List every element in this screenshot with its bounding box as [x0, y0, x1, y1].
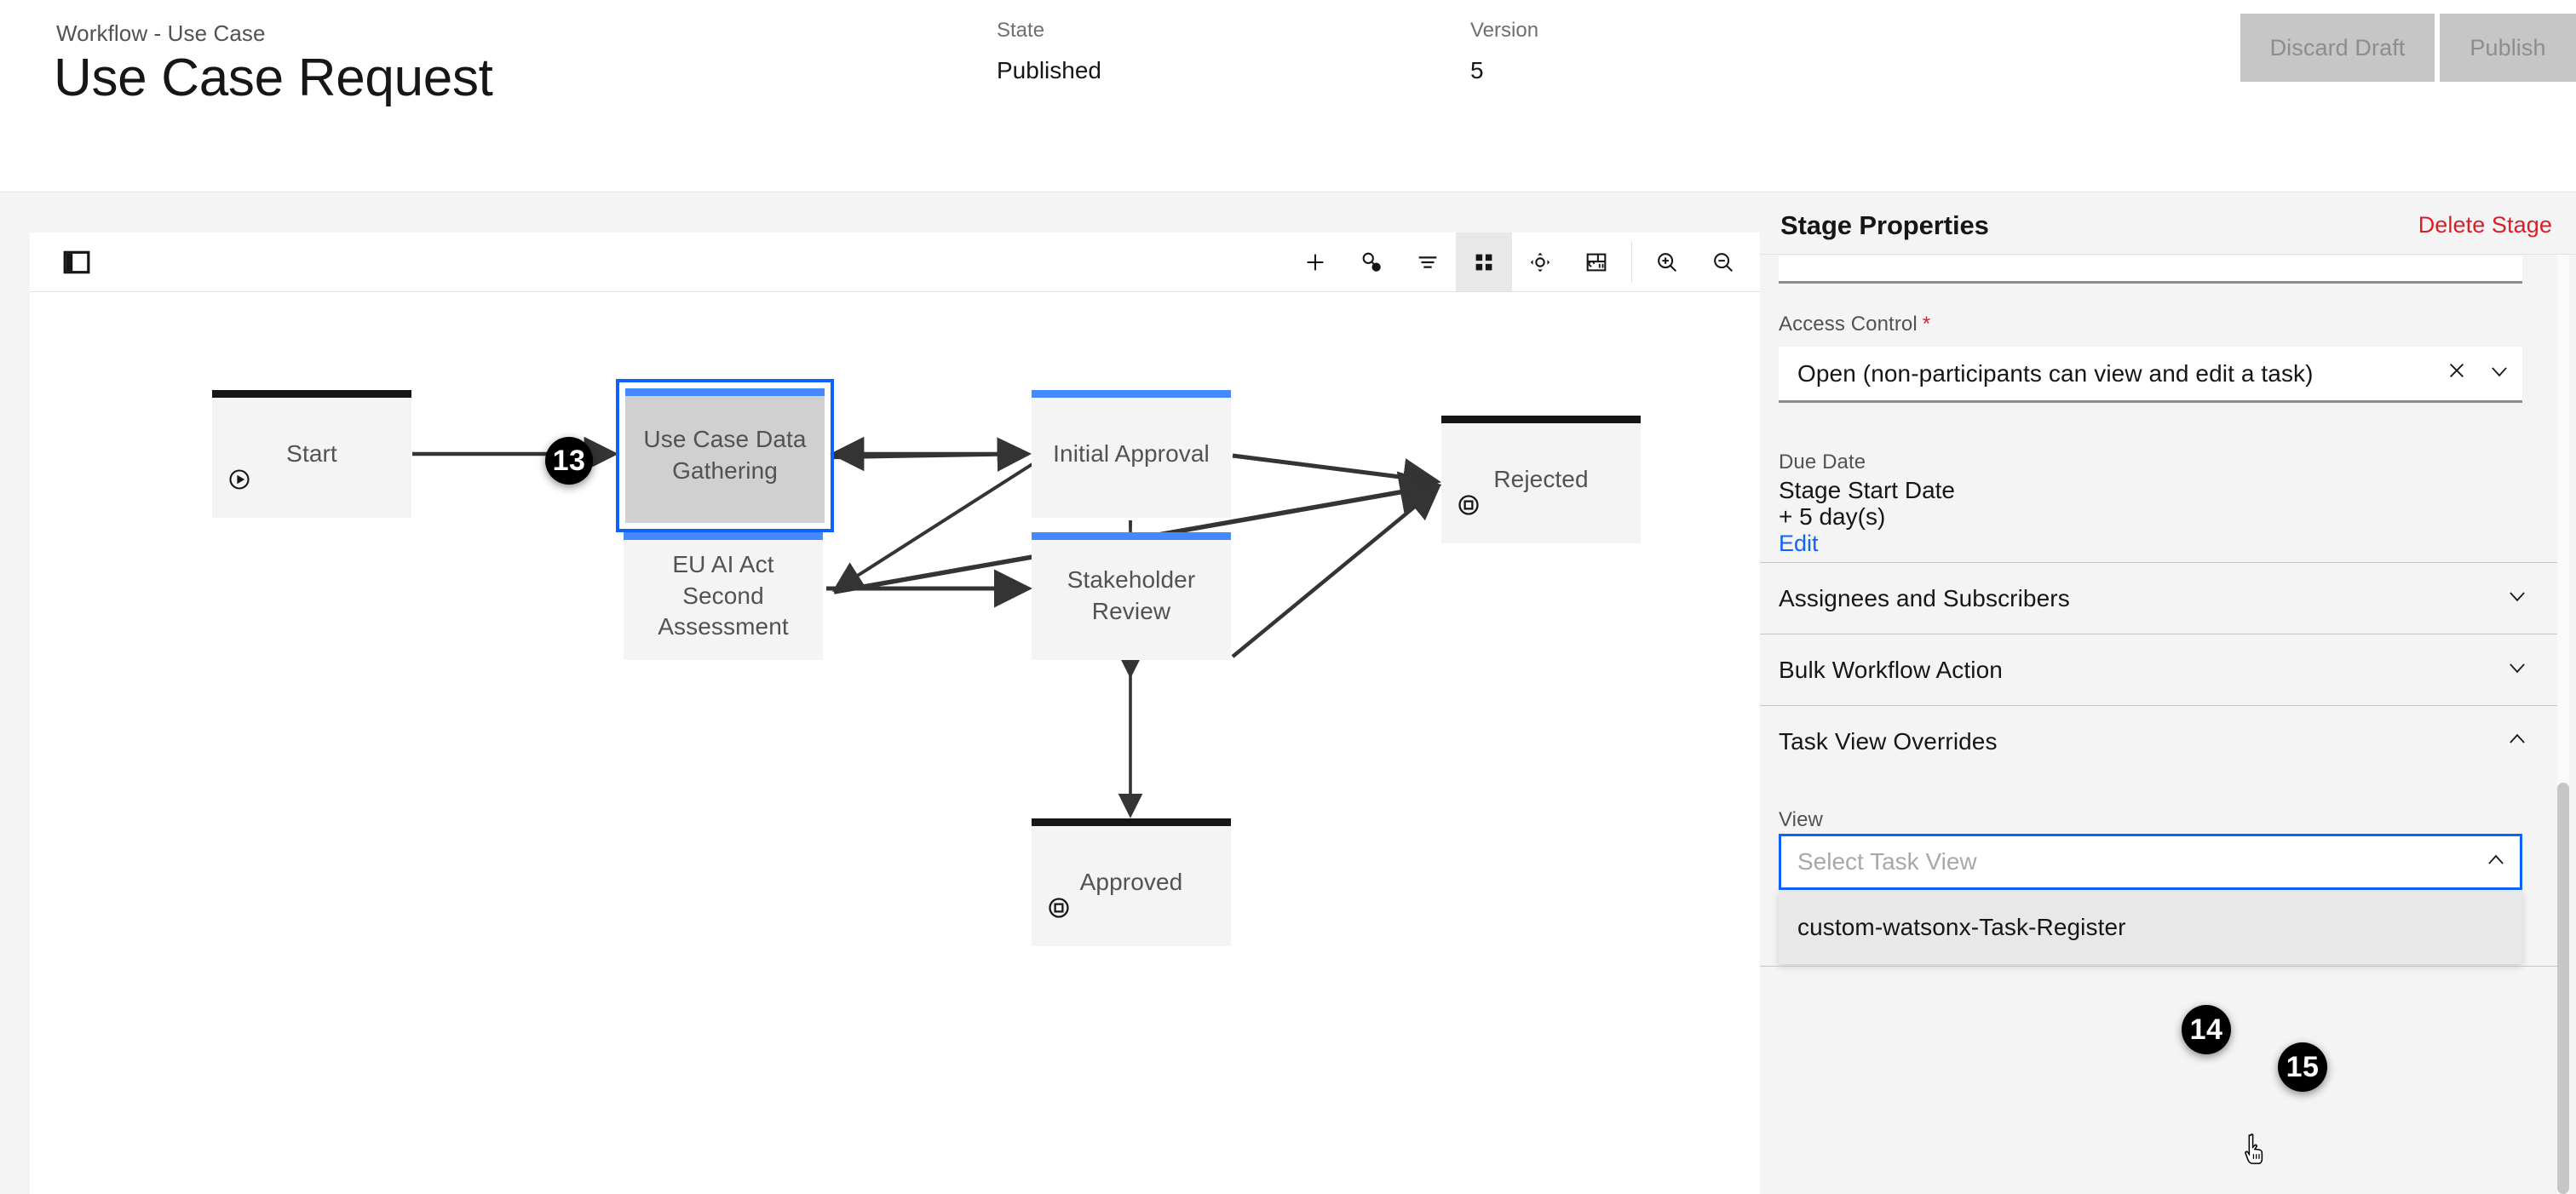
access-control-label: Access Control * — [1779, 313, 1930, 336]
accordion-bulk-workflow-action[interactable]: Bulk Workflow Action — [1760, 634, 2557, 705]
zoom-out-button[interactable] — [1695, 232, 1751, 291]
page-title: Use Case Request — [54, 49, 493, 107]
center-focus-button[interactable] — [1512, 232, 1568, 291]
canvas-toolbar — [30, 232, 1760, 292]
stage-node-stakeholder-review[interactable]: Stakeholder Review — [1032, 532, 1231, 660]
access-control-select[interactable]: Open (non-participants can view and edit… — [1779, 347, 2522, 403]
task-view-dropdown-menu[interactable]: custom-watsonx-Task-Register — [1779, 891, 2522, 964]
node-cap — [1032, 818, 1231, 826]
access-control-label-text: Access Control — [1779, 313, 1918, 336]
breadcrumb: Workflow - Use Case — [56, 20, 266, 46]
task-view-option[interactable]: custom-watsonx-Task-Register — [1779, 891, 2522, 964]
node-label: Use Case Data Gathering — [643, 426, 807, 484]
version-field: Version 5 — [1470, 19, 1538, 84]
stage-node-use-case-data-gathering[interactable]: Use Case Data Gathering — [616, 379, 834, 532]
close-icon[interactable] — [2437, 359, 2476, 387]
stage-name-input[interactable] — [1779, 255, 2522, 284]
node-cap — [1032, 390, 1231, 398]
node-label: Stakeholder Review — [1067, 566, 1196, 624]
discard-draft-button[interactable]: Discard Draft — [2240, 14, 2435, 82]
accordion-assignees-and-subscribers[interactable]: Assignees and Subscribers — [1760, 562, 2557, 634]
chevron-down-icon[interactable] — [2476, 360, 2522, 387]
accordion-label: Assignees and Subscribers — [1779, 584, 2070, 611]
chevron-up-icon[interactable] — [2472, 849, 2520, 875]
properties-scrollbar-thumb[interactable] — [2557, 783, 2569, 1194]
node-label: Approved — [1079, 868, 1183, 895]
properties-title: Stage Properties — [1780, 210, 1989, 240]
panel-toggle-icon[interactable] — [60, 246, 93, 278]
chevron-up-icon[interactable] — [2506, 728, 2528, 755]
state-field: State Published — [997, 19, 1101, 84]
delete-stage-button[interactable]: Delete Stage — [2418, 212, 2552, 238]
stage-node-approved[interactable]: Approved — [1032, 818, 1231, 946]
zoom-in-button[interactable] — [1639, 232, 1695, 291]
publish-button[interactable]: Publish — [2440, 14, 2576, 82]
node-label: EU AI Act Second Assessment — [658, 550, 789, 640]
panel-divider — [1760, 966, 2557, 967]
layout-reset-button[interactable] — [1568, 232, 1624, 291]
node-cap — [1032, 532, 1231, 540]
grid-layout-button[interactable] — [1456, 232, 1512, 291]
node-label: Rejected — [1493, 465, 1589, 492]
chevron-down-icon[interactable] — [2506, 657, 2528, 683]
add-stage-button[interactable] — [1287, 232, 1343, 291]
stage-node-start[interactable]: Start — [212, 390, 411, 518]
node-cap — [624, 532, 823, 540]
workflow-diagram[interactable]: Start Use Case Data Gathering Initial Ap… — [30, 292, 1760, 1194]
header-actions: Discard Draft Publish — [2240, 14, 2576, 82]
due-date-offset: + 5 day(s) — [1779, 503, 1886, 530]
connect-button[interactable] — [1343, 232, 1400, 291]
due-date-label: Due Date — [1779, 451, 1866, 474]
node-cap — [625, 388, 825, 396]
task-view-select[interactable]: Select Task View — [1779, 834, 2522, 890]
accordion-label: Bulk Workflow Action — [1779, 656, 2003, 683]
app-header: Workflow - Use Case Use Case Request Sta… — [0, 0, 2576, 192]
chevron-down-icon[interactable] — [2506, 585, 2528, 611]
list-layout-button[interactable] — [1400, 232, 1456, 291]
node-cap — [212, 390, 411, 398]
toolbar-divider — [1631, 241, 1632, 283]
play-circle-icon — [227, 468, 251, 496]
access-control-value: Open (non-participants can view and edit… — [1797, 359, 2314, 387]
state-value: Published — [997, 57, 1101, 83]
version-label: Version — [1470, 19, 1539, 42]
node-cap — [1441, 416, 1641, 423]
stop-circle-icon — [1047, 896, 1071, 924]
task-view-placeholder: Select Task View — [1797, 848, 1977, 875]
accordion-label: Task View Overrides — [1779, 727, 1998, 755]
node-label: Start — [286, 439, 337, 467]
stage-node-rejected[interactable]: Rejected — [1441, 416, 1641, 543]
properties-header: Stage Properties Delete Stage — [1760, 193, 2576, 255]
stage-properties-panel: Stage Properties Delete Stage Access Con… — [1760, 193, 2576, 1194]
state-label: State — [997, 19, 1045, 42]
canvas-tools — [1287, 232, 1751, 291]
stop-circle-icon — [1457, 493, 1481, 521]
version-value: 5 — [1470, 57, 1484, 83]
workflow-canvas-card: Start Use Case Data Gathering Initial Ap… — [30, 232, 1760, 1194]
properties-body: Access Control * Open (non-participants c… — [1760, 255, 2576, 1194]
due-date-value: Stage Start Date — [1779, 477, 1956, 503]
stage-node-eu-ai-act-second-assessment[interactable]: EU AI Act Second Assessment — [624, 532, 823, 660]
node-label: Initial Approval — [1053, 439, 1210, 467]
task-view-label: View — [1779, 808, 1823, 831]
accordion-task-view-overrides[interactable]: Task View Overrides — [1760, 705, 2557, 777]
required-indicator: * — [1922, 313, 1931, 336]
stage-node-initial-approval[interactable]: Initial Approval — [1032, 390, 1231, 518]
due-date-edit-link[interactable]: Edit — [1779, 531, 1819, 557]
